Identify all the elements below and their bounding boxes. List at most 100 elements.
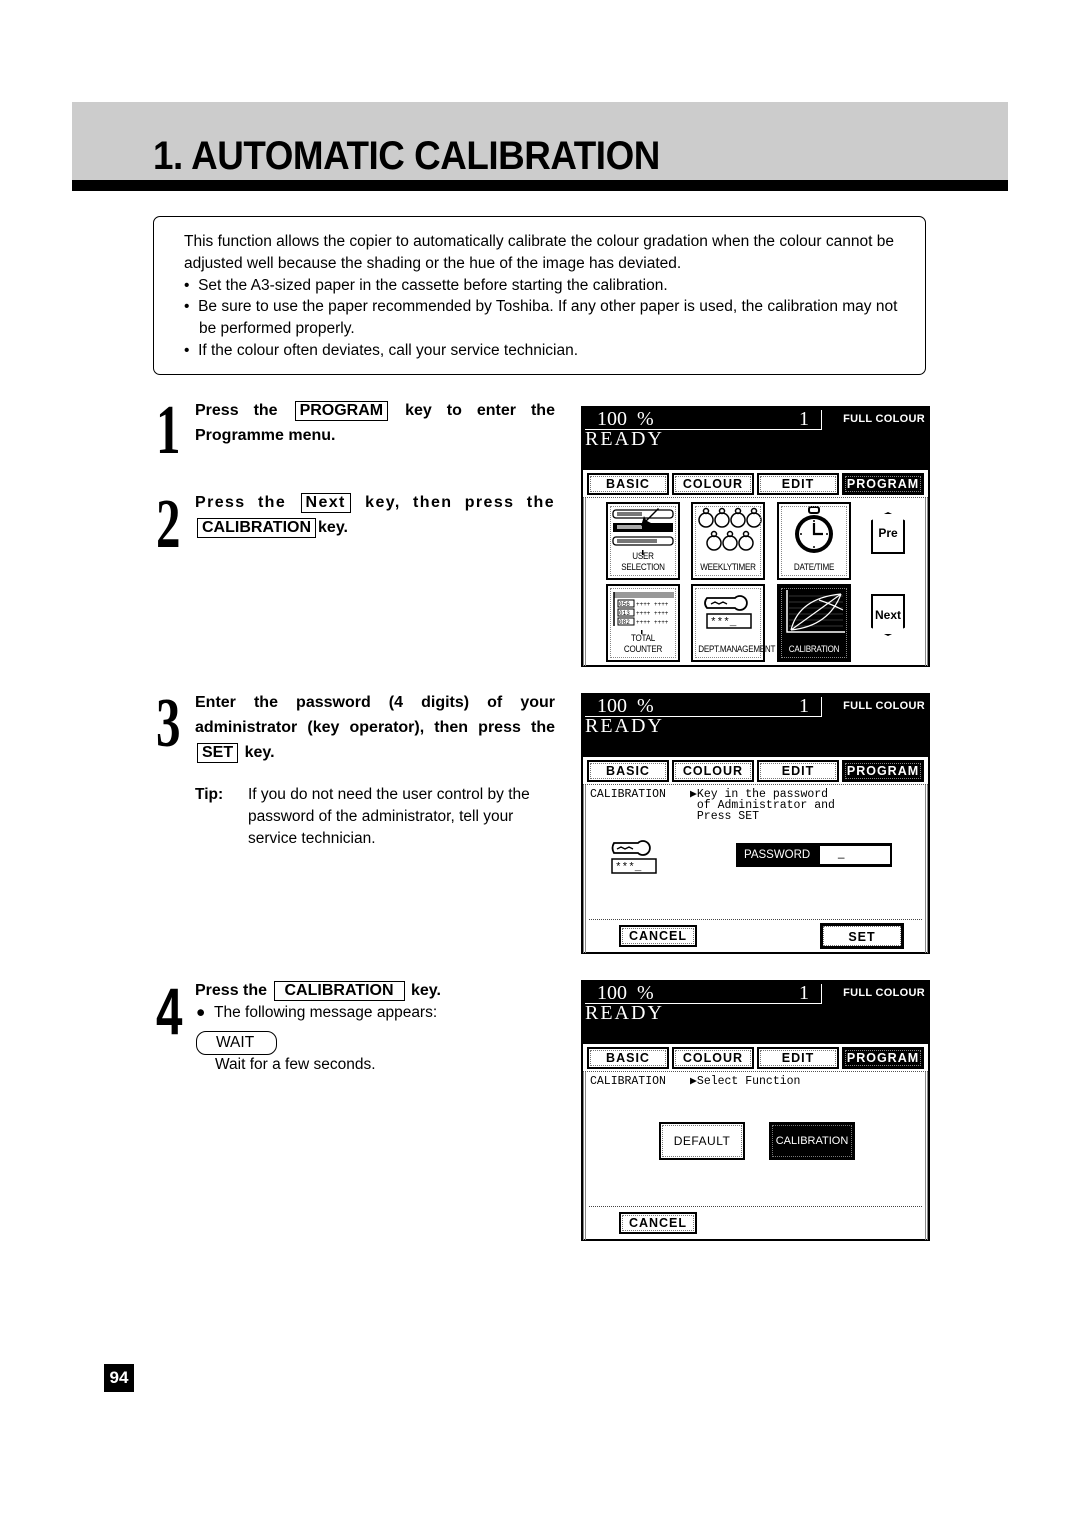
next-key-label: Next [300, 493, 351, 513]
step-1-text: Press the PROGRAM key to enter the Progr… [195, 401, 555, 444]
svg-text:++++ ++++: ++++ ++++ [636, 610, 669, 617]
tile-label: DEPT.MANAGEMENT [698, 644, 776, 655]
step-number-3: 3 [156, 685, 181, 762]
intro-bullet: • If the colour often deviates, call you… [184, 341, 579, 359]
prompt-text: ▶Key in the password of Administrator an… [690, 788, 835, 823]
copy-count: 1 [799, 695, 809, 717]
svg-text:013: 013 [619, 610, 630, 617]
tab-edit[interactable]: EDIT [757, 1047, 839, 1069]
step-4-bullet: ● The following message appears: [196, 1004, 438, 1021]
status-ready: READY [585, 1002, 664, 1024]
next-button[interactable]: Next [871, 594, 905, 636]
intro-bullet: • Set the A3-sized paper in the cassette… [184, 276, 668, 294]
user-selection-button[interactable]: USER SELECTION [606, 502, 680, 580]
lcd-status-area: 100 % 1 FULL COLOUR READY [583, 408, 928, 470]
stopwatch-group-icon [698, 507, 762, 551]
lcd-status-area: 100 % 1 FULL COLOUR READY [583, 982, 928, 1044]
lcd-body: CALIBRATION ▶Select Function DEFAULT CAL… [583, 1072, 928, 1240]
date-time-button[interactable]: DATE/TIME [777, 502, 851, 580]
colour-mode: FULL COLOUR [843, 987, 925, 999]
step-number-1: 1 [156, 392, 181, 469]
set-button[interactable]: SET [820, 923, 904, 949]
tab-program[interactable]: PROGRAM [842, 473, 924, 495]
wait-message-box: WAIT [196, 1031, 277, 1055]
tile-label: TOTAL COUNTER [623, 633, 663, 655]
step-number-2: 2 [156, 486, 181, 563]
cancel-button[interactable]: CANCEL [619, 1212, 697, 1234]
zoom-readout: 100 % 1 [585, 408, 822, 430]
lcd-panel-select-function: 100 % 1 FULL COLOUR READY BASIC COLOUR E… [581, 980, 930, 1241]
page-number: 94 [104, 1364, 134, 1392]
cancel-button[interactable]: CANCEL [619, 925, 697, 947]
tile-label: DATE/TIME [793, 562, 835, 573]
key-icon: ***_ [704, 595, 752, 629]
status-ready: READY [585, 428, 664, 450]
calibration-key-label: CALIBRATION [197, 518, 317, 538]
zoom-readout: 100 % 1 [585, 982, 822, 1004]
svg-text:++++ ++++: ++++ ++++ [636, 619, 669, 626]
tab-basic[interactable]: BASIC [587, 473, 669, 495]
zoom-readout: 100 % 1 [585, 695, 822, 717]
title-rule [72, 180, 1008, 191]
password-field[interactable]: PASSWORD _ [736, 843, 892, 867]
pre-button[interactable]: Pre [871, 512, 905, 554]
tab-edit[interactable]: EDIT [757, 473, 839, 495]
svg-text:082: 082 [619, 619, 630, 626]
program-key-label: PROGRAM [294, 401, 389, 421]
lcd-tabs: BASIC COLOUR EDIT PROGRAM [583, 757, 928, 785]
lcd-panel-password: 100 % 1 FULL COLOUR READY BASIC COLOUR E… [581, 693, 930, 954]
weekly-timer-button[interactable]: WEEKLYTIMER [691, 502, 765, 580]
copy-count: 1 [799, 982, 809, 1004]
lcd-tabs: BASIC COLOUR EDIT PROGRAM [583, 1044, 928, 1072]
calibration-key-label: CALIBRATION [273, 981, 405, 1001]
tip: Tip: If you do not need the user control… [195, 784, 560, 850]
calibration-button[interactable]: CALIBRATION [777, 584, 851, 662]
section-label: CALIBRATION [590, 1075, 666, 1088]
lcd-panel-program-menu: 100 % 1 FULL COLOUR READY BASIC COLOUR E… [581, 406, 930, 667]
set-key-label: SET [197, 743, 239, 763]
step-4-text: Press the CALIBRATION key. [195, 981, 441, 1001]
intro-box: This function allows the copier to autom… [153, 216, 926, 375]
key-icon: ***_ [611, 840, 657, 874]
page-title: 1. AUTOMATIC CALIBRATION [153, 134, 660, 178]
stopwatch-icon [795, 506, 833, 553]
lcd-status-area: 100 % 1 FULL COLOUR READY [583, 695, 928, 757]
intro-bullet: • Be sure to use the paper recommended b… [184, 298, 898, 338]
dept-management-button[interactable]: ***_ DEPT.MANAGEMENT [691, 584, 776, 662]
total-counter-button[interactable]: 056 013 082 ++++ ++++ ++++ ++++ ++++ ++++ … [606, 584, 680, 662]
tab-colour[interactable]: COLOUR [672, 760, 754, 782]
svg-text:056: 056 [619, 601, 630, 608]
calibration-graph-icon [786, 590, 845, 633]
tab-colour[interactable]: COLOUR [672, 1047, 754, 1069]
tab-edit[interactable]: EDIT [757, 760, 839, 782]
tab-basic[interactable]: BASIC [587, 1047, 669, 1069]
tab-colour[interactable]: COLOUR [672, 473, 754, 495]
divider [589, 1206, 922, 1207]
section-label: CALIBRATION [590, 788, 666, 801]
intro-paragraph: This function allows the copier to autom… [184, 233, 894, 272]
default-button[interactable]: DEFAULT [659, 1122, 745, 1160]
copy-count: 1 [799, 408, 809, 430]
tile-label: CALIBRATION [788, 644, 840, 655]
step-number-4: 4 [156, 974, 183, 1048]
status-ready: READY [585, 715, 664, 737]
svg-text:++++ ++++: ++++ ++++ [636, 601, 669, 608]
divider [589, 919, 922, 920]
tab-program[interactable]: PROGRAM [842, 760, 924, 782]
lcd-body: USER SELECTION WEEKLYTIMER DATE/TIME Pre… [583, 498, 928, 666]
tile-label: WEEKLYTIMER [700, 562, 756, 573]
calibration-button[interactable]: CALIBRATION [769, 1122, 855, 1160]
lcd-body: CALIBRATION ▶Key in the password of Admi… [583, 785, 928, 953]
step-3-text: Enter the password (4 digits) of your ad… [195, 694, 555, 763]
tab-basic[interactable]: BASIC [587, 760, 669, 782]
prompt-text: ▶Select Function [690, 1075, 801, 1088]
tab-program[interactable]: PROGRAM [842, 1047, 924, 1069]
wait-note: Wait for a few seconds. [215, 1056, 376, 1073]
step-2-text: Press the Next key, then press the CALIB… [195, 493, 555, 538]
svg-text:***_: ***_ [710, 617, 737, 629]
svg-text:***_: ***_ [615, 862, 642, 874]
lcd-tabs: BASIC COLOUR EDIT PROGRAM [583, 470, 928, 498]
password-input[interactable]: _ [820, 846, 890, 864]
colour-mode: FULL COLOUR [843, 700, 925, 712]
tip-label: Tip: [195, 786, 224, 803]
